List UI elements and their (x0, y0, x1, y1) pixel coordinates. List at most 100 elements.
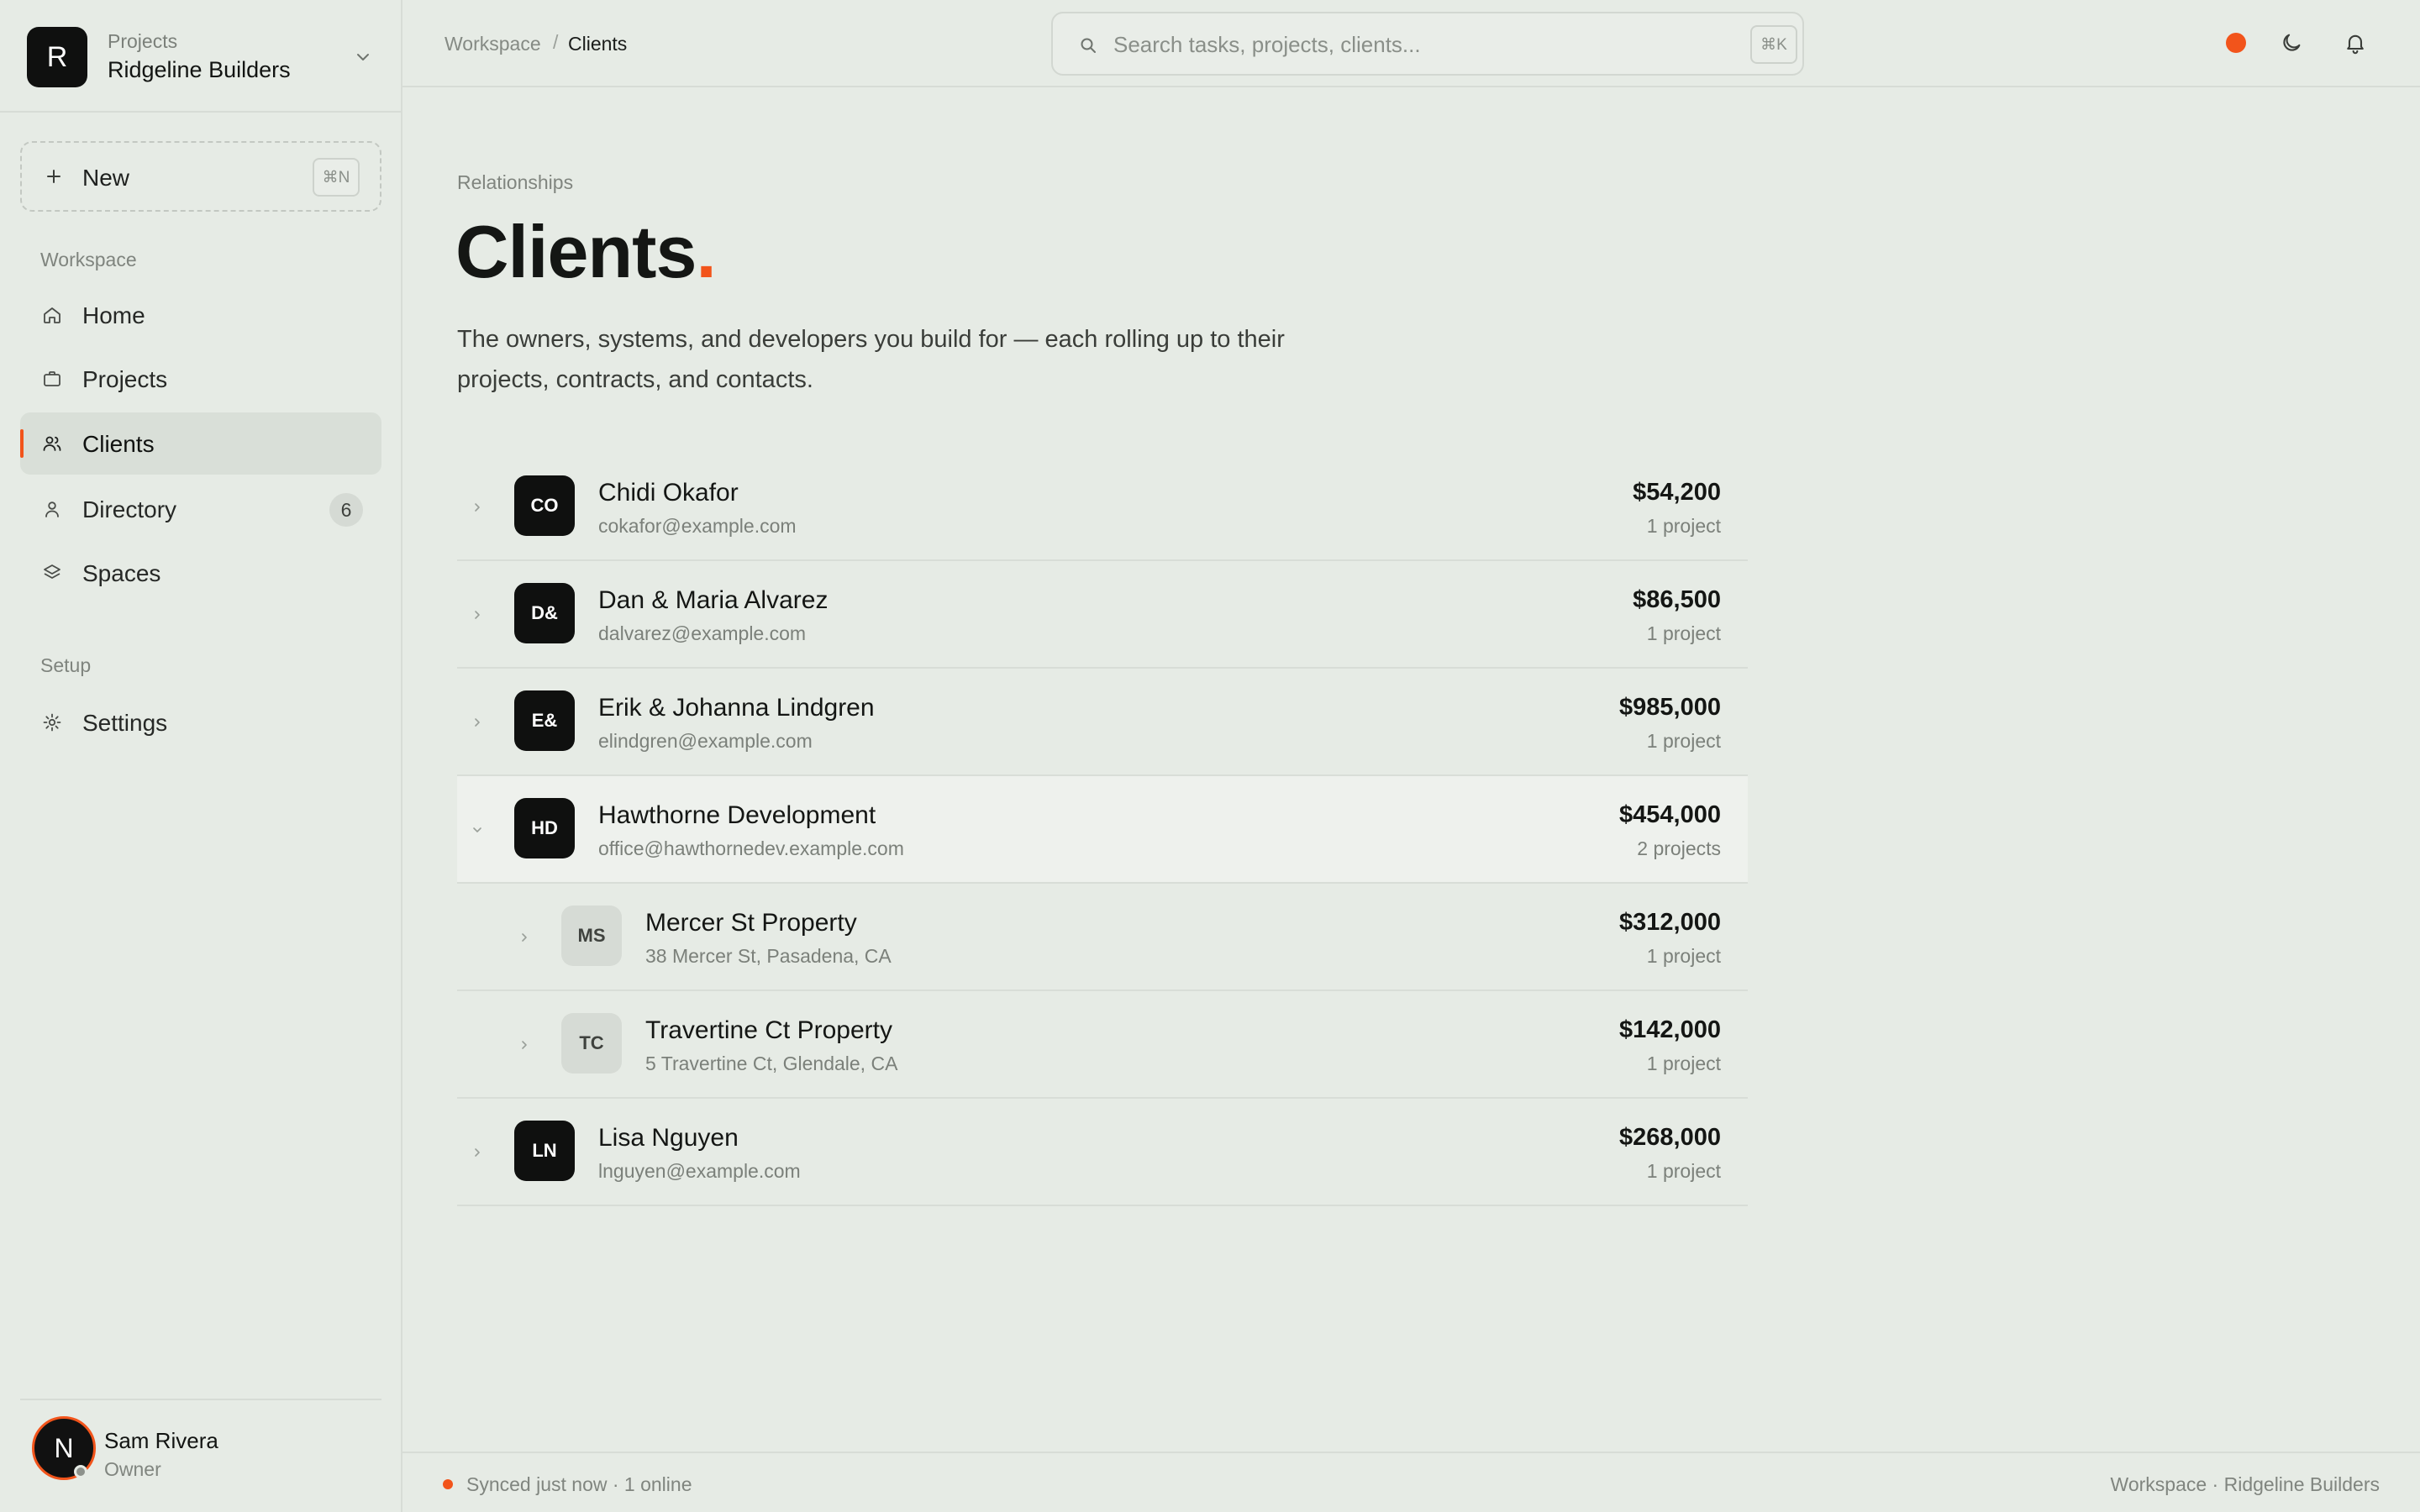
property-address: 38 Mercer St, Pasadena, CA (645, 945, 892, 967)
bell-icon[interactable] (2344, 31, 2367, 55)
chevron-right-icon[interactable] (469, 1144, 486, 1161)
org-switcher[interactable]: R Projects Ridgeline Builders (0, 0, 401, 113)
avatar: MS (561, 906, 622, 966)
sync-dot (443, 1479, 453, 1489)
user-role: Owner (104, 1458, 161, 1480)
sidebar-item-label: Home (82, 302, 145, 328)
plus-icon (47, 170, 60, 183)
sub-client-row[interactable]: TC Travertine Ct Property 5 Travertine Ct,… (457, 991, 1748, 1099)
project-count: 1 project (1646, 1160, 1721, 1182)
project-count: 1 project (1646, 945, 1721, 967)
avatar: TC (561, 1013, 622, 1074)
sidebar-item-clients[interactable]: Clients (20, 412, 381, 475)
home-icon (44, 307, 60, 323)
avatar: LN (514, 1121, 575, 1181)
search-icon (1081, 38, 1096, 53)
client-row[interactable]: E& Erik & Johanna Lindgren elindgren@examp… (457, 669, 1748, 776)
sidebar-item-label: Clients (82, 431, 155, 457)
client-name: Hawthorne Development (598, 801, 876, 829)
breadcrumb-current: Clients (568, 33, 628, 55)
property-address: 5 Travertine Ct, Glendale, CA (645, 1053, 898, 1074)
client-email: lnguyen@example.com (598, 1160, 801, 1182)
chevron-right-icon[interactable] (516, 929, 533, 946)
sidebar: R Projects Ridgeline Builders New ⌘N Wor… (0, 0, 402, 1512)
sidebar-item-directory[interactable]: Directory 6 (20, 478, 381, 540)
project-count: 2 projects (1637, 837, 1721, 859)
contract-value: $268,000 (1619, 1124, 1721, 1151)
org-logo: R (27, 27, 87, 87)
moon-icon[interactable] (2280, 31, 2303, 55)
search-box[interactable]: ⌘K (1051, 12, 1804, 76)
sidebar-item-home[interactable]: Home (20, 284, 381, 346)
contract-value: $454,000 (1619, 801, 1721, 828)
gear-icon (43, 713, 61, 732)
project-count: 1 project (1646, 515, 1721, 537)
sidebar-item-label: Directory (82, 496, 177, 522)
sub-client-row[interactable]: MS Mercer St Property 38 Mercer St, Pasade… (457, 884, 1748, 991)
users-icon (43, 436, 61, 451)
sidebar-item-projects[interactable]: Projects (20, 348, 381, 410)
project-count: 1 project (1646, 1053, 1721, 1074)
presence-dot (74, 1465, 87, 1478)
client-row[interactable]: LN Lisa Nguyen lnguyen@example.com $268,000… (457, 1099, 1748, 1206)
chevron-right-icon[interactable] (469, 499, 486, 516)
sidebar-item-settings[interactable]: Settings (20, 691, 381, 753)
breadcrumb-workspace[interactable]: Workspace (445, 33, 541, 55)
client-email: elindgren@example.com (598, 730, 813, 752)
org-kicker: Projects (108, 30, 178, 52)
count-badge: 6 (329, 493, 363, 527)
sidebar-item-label: Settings (82, 710, 168, 736)
contract-value: $312,000 (1619, 909, 1721, 936)
section-label-workspace: Workspace (40, 249, 137, 270)
search-shortcut-hint: ⌘K (1750, 25, 1797, 64)
org-name: Ridgeline Builders (108, 57, 291, 82)
sync-status: Synced just now · 1 online (466, 1473, 692, 1495)
status-bar: Synced just now · 1 online Workspace · R… (402, 1452, 2420, 1512)
contract-value: $142,000 (1619, 1016, 1721, 1043)
contract-value: $86,500 (1633, 586, 1721, 613)
app-window: R Projects Ridgeline Builders New ⌘N Wor… (0, 0, 2420, 1512)
client-email: dalvarez@example.com (598, 622, 807, 644)
sidebar-item-label: Projects (82, 366, 168, 392)
chevron-right-icon[interactable] (469, 714, 486, 731)
page-title: Clients. (455, 210, 717, 293)
search-input[interactable] (1113, 29, 1702, 60)
sidebar-item-spaces[interactable]: Spaces (20, 542, 381, 604)
avatar: E& (514, 690, 575, 751)
person-icon (45, 501, 59, 517)
top-bar: Workspace / Clients ⌘K (402, 0, 2420, 87)
client-name: Mercer St Property (645, 909, 857, 937)
layers-icon (44, 564, 60, 579)
page-title-text: Clients (455, 210, 697, 293)
client-name: Erik & Johanna Lindgren (598, 694, 875, 722)
chevron-down-icon[interactable] (353, 47, 373, 67)
contract-value: $985,000 (1619, 694, 1721, 721)
user-name: Sam Rivera (104, 1428, 218, 1453)
section-label-setup: Setup (40, 654, 92, 676)
page-subtitle: The owners, systems, and developers you … (457, 326, 1285, 393)
breadcrumb-separator: / (553, 31, 559, 53)
sidebar-item-label: Spaces (82, 560, 161, 586)
status-dot[interactable] (2226, 33, 2246, 53)
chevron-right-icon[interactable] (469, 606, 486, 623)
contract-value: $54,200 (1633, 479, 1721, 506)
new-button[interactable]: New ⌘N (20, 141, 381, 212)
client-name: Lisa Nguyen (598, 1124, 739, 1152)
workspace-context: Workspace · Ridgeline Builders (2110, 1473, 2380, 1495)
chevron-right-icon[interactable] (516, 1037, 533, 1053)
client-name: Dan & Maria Alvarez (598, 586, 829, 614)
project-count: 1 project (1646, 730, 1721, 752)
page-kicker: Relationships (457, 171, 574, 193)
client-name: Chidi Okafor (598, 479, 739, 507)
client-email: cokafor@example.com (598, 515, 797, 537)
divider (20, 1399, 381, 1400)
client-name: Travertine Ct Property (645, 1016, 892, 1044)
new-shortcut-hint: ⌘N (313, 158, 360, 197)
title-accent-dot: . (696, 210, 716, 293)
client-row[interactable]: D& Dan & Maria Alvarez dalvarez@example.co… (457, 561, 1748, 669)
avatar: HD (514, 798, 575, 858)
project-count: 1 project (1646, 622, 1721, 644)
client-row[interactable]: HD Hawthorne Development office@hawthorned… (457, 776, 1748, 884)
client-row[interactable]: CO Chidi Okafor cokafor@example.com $54,200… (457, 454, 1748, 561)
chevron-down-icon[interactable] (469, 822, 486, 838)
